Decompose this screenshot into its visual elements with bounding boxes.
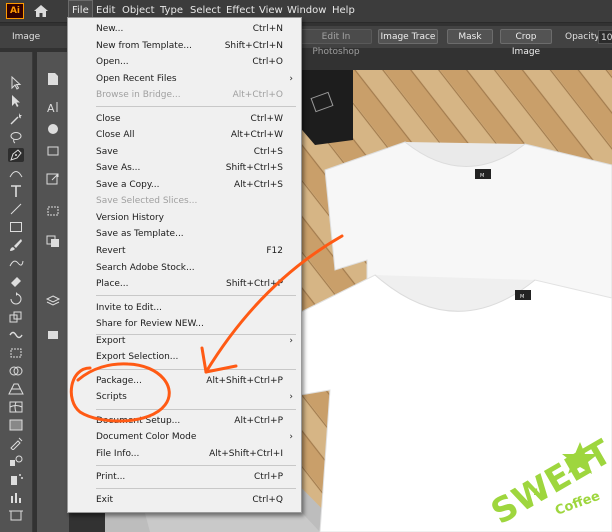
menu-item-close[interactable]: Close Ctrl+W — [68, 111, 301, 127]
menu-item-save-selected-slices: Save Selected Slices... — [96, 196, 198, 206]
scale-tool-icon[interactable] — [8, 310, 24, 324]
submenu-arrow-icon: › — [289, 74, 293, 84]
warp-tool-icon[interactable] — [8, 328, 24, 342]
menu-item-invite-to-edit[interactable]: Invite to Edit... — [68, 300, 301, 316]
menu-item-revert[interactable]: Revert F12 — [68, 243, 301, 259]
menu-item-exit[interactable]: Exit Ctrl+Q — [68, 492, 301, 508]
blend-tool-icon[interactable] — [8, 454, 24, 468]
character-panel-icon[interactable]: A — [45, 100, 61, 114]
shirt-tag-text: M — [480, 173, 484, 179]
shape-builder-tool-icon[interactable] — [8, 364, 24, 378]
menu-item-close-all[interactable]: Close All Alt+Ctrl+W — [68, 127, 301, 143]
submenu-arrow-icon: › — [289, 336, 293, 346]
symbol-sprayer-tool-icon[interactable] — [8, 472, 24, 486]
menu-item-open-recent[interactable]: Open Recent Files › — [68, 71, 301, 87]
page-corner-icon[interactable] — [45, 72, 61, 86]
menu-help[interactable]: Help — [328, 0, 359, 22]
graph-tool-icon[interactable] — [8, 490, 24, 504]
pen-tool-icon[interactable] — [8, 148, 24, 162]
tools-panel — [0, 52, 33, 532]
rectangle-tool-icon[interactable] — [8, 220, 24, 234]
pathfinder-panel-icon[interactable] — [45, 234, 61, 248]
eraser-tool-icon[interactable] — [8, 274, 24, 288]
menu-item-place[interactable]: Place... Shift+Ctrl+P — [68, 276, 301, 292]
selection-type-label: Image — [12, 32, 41, 42]
selection-tool-icon[interactable] — [8, 76, 24, 90]
menu-item-export[interactable]: Export › — [68, 333, 301, 349]
curvature-tool-icon[interactable] — [8, 166, 24, 180]
menu-item-new[interactable]: New... Ctrl+N — [68, 21, 301, 37]
opacity-label: Opacity: — [565, 32, 602, 42]
swatches-panel-icon[interactable] — [45, 328, 61, 342]
menu-item-scripts[interactable]: Scripts › — [68, 389, 301, 405]
svg-text:A: A — [47, 102, 55, 114]
color-guide-icon[interactable] — [45, 144, 61, 158]
edit-in-photoshop-button[interactable]: Edit In Photoshop — [300, 29, 372, 57]
menu-item-document-setup[interactable]: Document Setup... Alt+Ctrl+P — [68, 413, 301, 429]
mesh-tool-icon[interactable] — [8, 400, 24, 414]
home-icon[interactable] — [33, 4, 49, 18]
menu-separator — [96, 465, 296, 466]
submenu-arrow-icon: › — [289, 392, 293, 402]
rotate-tool-icon[interactable] — [8, 292, 24, 306]
shaper-tool-icon[interactable] — [8, 256, 24, 270]
magic-wand-tool-icon[interactable] — [8, 112, 24, 126]
mask-button[interactable]: Mask — [447, 29, 493, 44]
menu-item-new-from-template[interactable]: New from Template... Shift+Ctrl+N — [68, 38, 301, 54]
menu-item-export-selection[interactable]: Export Selection... — [68, 349, 301, 365]
free-transform-tool-icon[interactable] — [8, 346, 24, 360]
menu-separator — [96, 295, 296, 296]
menu-item-search-adobe-stock[interactable]: Search Adobe Stock... — [68, 260, 301, 276]
appearance-panel-icon[interactable] — [45, 122, 61, 136]
menu-item-save-as-template[interactable]: Save as Template... — [68, 226, 301, 242]
lasso-tool-icon[interactable] — [8, 130, 24, 144]
menu-separator — [96, 488, 296, 489]
menu-item-save-as[interactable]: Save As... Shift+Ctrl+S — [68, 160, 301, 176]
brush-tool-icon[interactable] — [8, 238, 24, 252]
opacity-input[interactable]: 100 — [598, 30, 612, 44]
menu-separator — [96, 369, 296, 370]
menu-item-save[interactable]: Save Ctrl+S — [68, 144, 301, 160]
crop-image-button[interactable]: Crop Image — [500, 29, 552, 57]
type-tool-icon[interactable] — [8, 184, 24, 198]
tools-panel-secondary: A — [37, 52, 69, 532]
layers-panel-icon[interactable] — [45, 294, 61, 308]
shirt-tag-text: M — [520, 294, 524, 300]
submenu-arrow-icon: › — [289, 432, 293, 442]
export-panel-icon[interactable] — [45, 172, 61, 186]
eyedropper-tool-icon[interactable] — [8, 436, 24, 450]
line-tool-icon[interactable] — [8, 202, 24, 216]
gradient-tool-icon[interactable] — [8, 418, 24, 432]
menu-item-version-history[interactable]: Version History — [68, 210, 301, 226]
menu-separator — [96, 409, 296, 410]
menu-item-package[interactable]: Package... Alt+Shift+Ctrl+P — [68, 373, 301, 389]
transform-panel-icon[interactable] — [45, 204, 61, 218]
file-menu-dropdown: New... Ctrl+N New from Template... Shift+C… — [67, 17, 302, 513]
menu-item-save-copy[interactable]: Save a Copy... Alt+Ctrl+S — [68, 177, 301, 193]
menu-item-share-for-review[interactable]: Share for Review NEW... — [68, 316, 301, 332]
menu-separator — [96, 106, 296, 107]
menu-item-print[interactable]: Print... Ctrl+P — [68, 469, 301, 485]
illustrator-logo: Ai — [6, 3, 24, 19]
image-trace-button[interactable]: Image Trace — [378, 29, 438, 44]
menu-item-file-info[interactable]: File Info... Alt+Shift+Ctrl+I — [68, 446, 301, 462]
menu-item-browse-bridge: Browse in Bridge... Alt+Ctrl+O — [96, 90, 283, 100]
perspective-grid-tool-icon[interactable] — [8, 382, 24, 396]
menu-item-open[interactable]: Open... Ctrl+O — [68, 54, 301, 70]
artboard-tool-icon[interactable] — [8, 508, 24, 522]
print-text-number: 10 — [533, 488, 546, 498]
menu-item-document-color-mode[interactable]: Document Color Mode › — [68, 429, 301, 445]
direct-selection-tool-icon[interactable] — [8, 94, 24, 108]
